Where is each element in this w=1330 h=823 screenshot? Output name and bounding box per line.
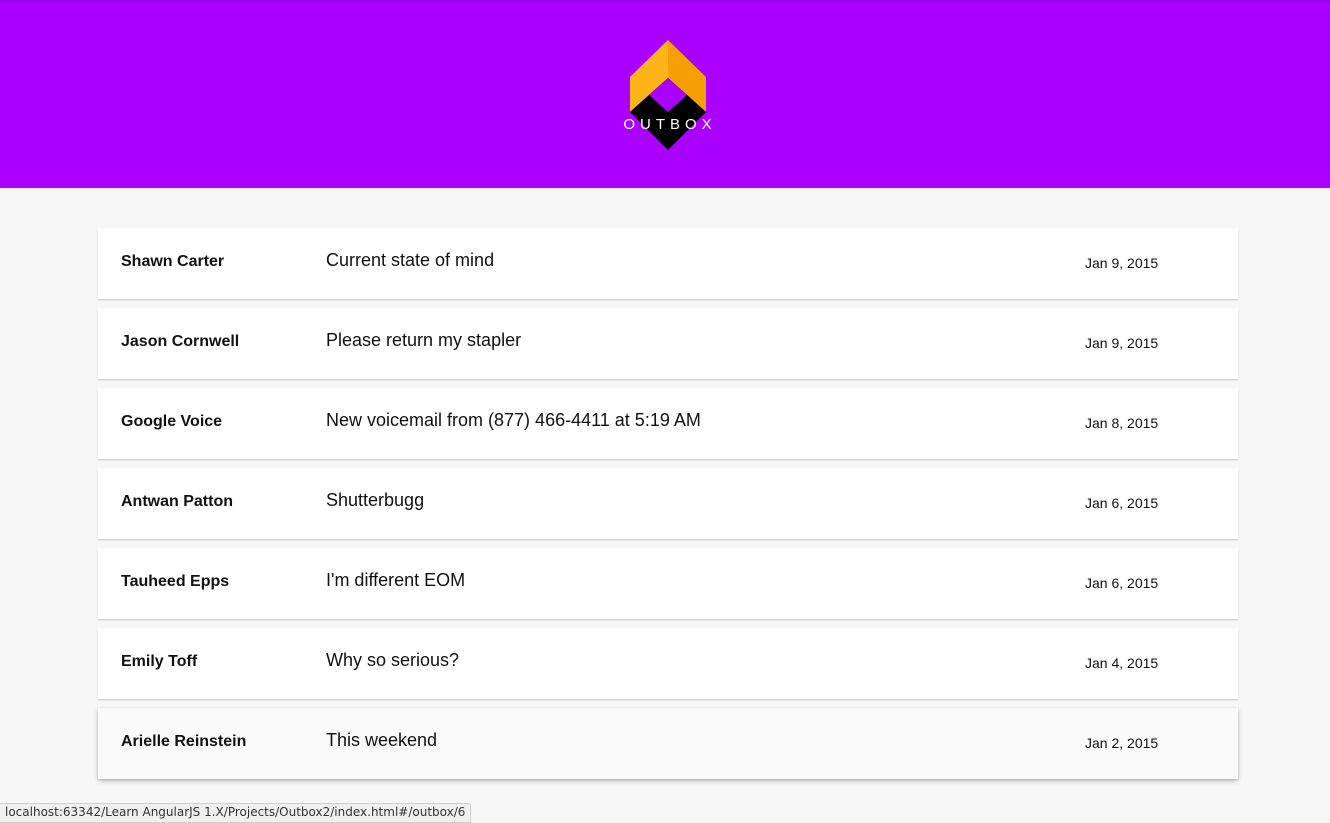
message-subject: Current state of mind [326,250,495,270]
message-row[interactable]: Shawn Carter Current state of mind Jan 9… [98,228,1238,299]
message-sender: Shawn Carter [121,253,225,270]
message-subject: Shutterbugg [326,490,425,510]
message-date: Jan 8, 2015 [1085,415,1159,431]
message-date: Jan 9, 2015 [1085,255,1159,271]
message-row[interactable]: Jason Cornwell Please return my stapler … [98,308,1238,379]
logo-text: OUTBOX [623,116,717,133]
message-sender: Emily Toff [121,653,198,670]
message-subject: Please return my stapler [326,330,522,350]
message-row[interactable]: Antwan Patton Shutterbugg Jan 6, 2015 [98,468,1238,539]
message-row[interactable]: Google Voice New voicemail from (877) 46… [98,388,1238,459]
message-subject: New voicemail from (877) 466-4411 at 5:1… [326,410,701,430]
message-date: Jan 6, 2015 [1085,495,1159,511]
message-subject: Why so serious? [326,650,460,670]
message-sender: Tauheed Epps [121,573,230,590]
message-date: Jan 4, 2015 [1085,655,1159,671]
message-sender: Antwan Patton [121,493,233,510]
message-subject: I'm different EOM [326,570,466,590]
outbox-logo[interactable]: OUTBOX [612,38,724,154]
outbox-logo-icon [630,40,706,150]
message-row[interactable]: Arielle Reinstein This weekend Jan 2, 20… [98,708,1238,779]
message-row[interactable]: Emily Toff Why so serious? Jan 4, 2015 [98,628,1238,699]
message-subject: This weekend [326,730,438,750]
message-date: Jan 2, 2015 [1085,735,1159,751]
browser-status-bar: localhost:63342/Learn AngularJS 1.X/Proj… [0,803,472,823]
message-date: Jan 6, 2015 [1085,575,1159,591]
message-sender: Google Voice [121,413,223,430]
message-list: Shawn Carter Current state of mind Jan 9… [98,228,1238,788]
message-sender: Arielle Reinstein [121,733,247,750]
message-date: Jan 9, 2015 [1085,335,1159,351]
app-header: OUTBOX [0,0,1330,188]
message-sender: Jason Cornwell [121,333,240,350]
message-row[interactable]: Tauheed Epps I'm different EOM Jan 6, 20… [98,548,1238,619]
